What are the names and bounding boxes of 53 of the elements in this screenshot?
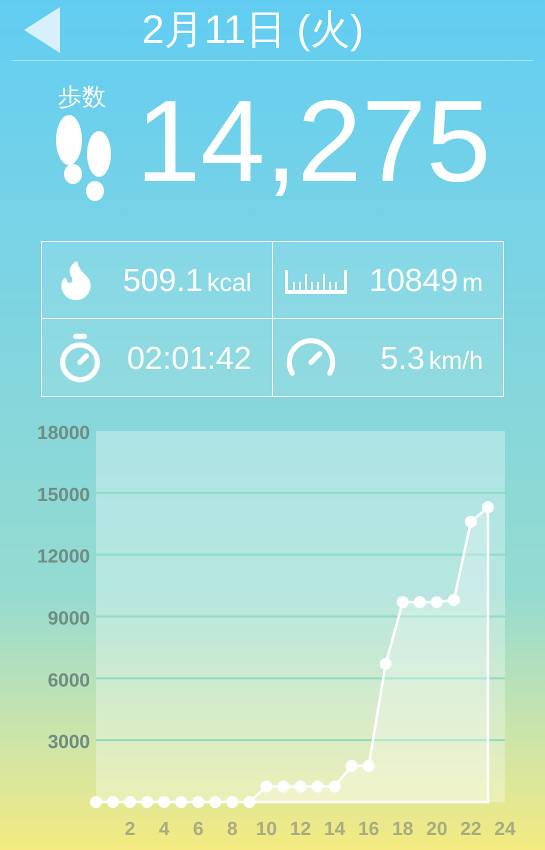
axis-label: 18000 [37, 423, 90, 444]
axis-label: 6 [192, 819, 204, 840]
data-point [346, 760, 358, 772]
stat-value: 5.3 [380, 338, 425, 378]
data-point [226, 796, 238, 808]
stat-value: 10849 [369, 261, 458, 300]
axis-label: 16 [358, 819, 380, 840]
data-point [328, 780, 341, 793]
data-point [107, 796, 120, 808]
stat-value: 02:01:42 [126, 338, 252, 378]
axis-label: 9000 [48, 608, 90, 630]
date-title: 2月11日 (火) [142, 10, 364, 50]
data-point [362, 760, 375, 772]
axis-label: 12000 [37, 546, 90, 568]
data-point [448, 594, 460, 606]
data-point [312, 780, 324, 793]
data-point [209, 796, 222, 808]
axis-label: 12 [290, 819, 312, 840]
data-point [141, 796, 154, 808]
axis-label: 8 [227, 819, 238, 840]
axis-label: 18 [392, 819, 414, 840]
data-point [464, 516, 477, 528]
data-point [158, 796, 170, 808]
data-point [396, 596, 409, 608]
data-point [192, 796, 204, 808]
axis-label: 15000 [37, 484, 90, 506]
data-point [294, 780, 306, 793]
steps-count: 14,275 [136, 83, 491, 199]
data-point [277, 780, 290, 793]
axis-label: 14 [324, 819, 346, 840]
axis-label: 3000 [48, 732, 90, 754]
data-point [90, 796, 102, 808]
data-point [243, 796, 256, 808]
stat-value: 509.1 [122, 261, 204, 300]
stat-unit: m [462, 268, 483, 299]
stat-unit: kcal [207, 268, 252, 299]
data-point [124, 796, 136, 808]
data-point [482, 501, 494, 514]
axis-label: 2 [124, 819, 136, 840]
axis-label: 22 [460, 819, 482, 840]
axis-label: 4 [158, 819, 170, 840]
data-point [260, 780, 272, 793]
data-point [430, 596, 443, 608]
axis-label: 10 [256, 819, 277, 840]
data-point [380, 658, 392, 670]
data-point [414, 596, 426, 608]
stat-unit: km/h [428, 346, 483, 376]
back-icon[interactable] [24, 7, 60, 53]
data-point [175, 796, 188, 808]
axis-label: 20 [426, 819, 448, 840]
axis-label: 6000 [48, 670, 90, 692]
steps-label: 歩数 [58, 86, 106, 110]
axis-label: 24 [494, 819, 516, 840]
